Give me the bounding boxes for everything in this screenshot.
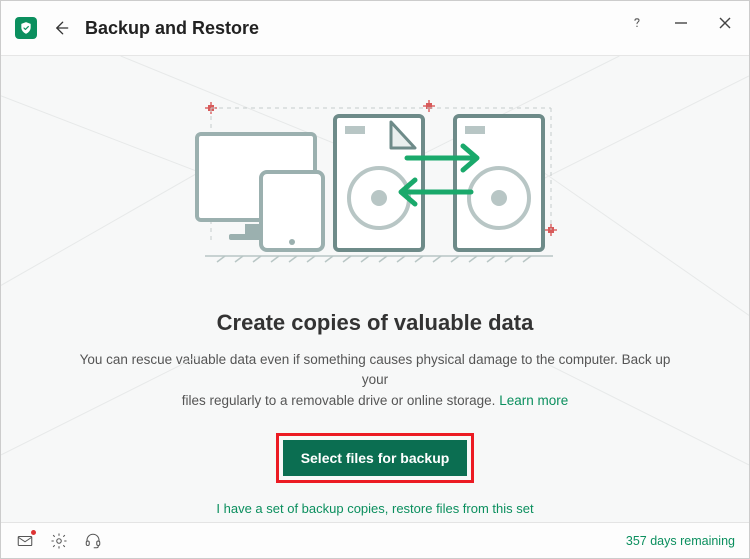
footer-icons (15, 531, 103, 551)
license-days-remaining[interactable]: 357 days remaining (626, 534, 735, 548)
settings-icon[interactable] (49, 531, 69, 551)
title-bar: Backup and Restore (1, 1, 749, 55)
description-line-2: files regularly to a removable drive or … (182, 393, 496, 408)
window-controls (619, 9, 743, 37)
main-heading: Create copies of valuable data (1, 310, 749, 336)
mail-icon[interactable] (15, 531, 35, 551)
support-icon[interactable] (83, 531, 103, 551)
description-line-1: You can rescue valuable data even if som… (80, 352, 671, 387)
main-description: You can rescue valuable data even if som… (75, 350, 675, 411)
minimize-button[interactable] (663, 9, 699, 37)
close-button[interactable] (707, 9, 743, 37)
main-content: Create copies of valuable data You can r… (1, 56, 749, 522)
learn-more-link[interactable]: Learn more (499, 393, 568, 408)
footer-bar: 357 days remaining (1, 522, 749, 558)
app-logo-icon (15, 17, 37, 39)
annotation-highlight: Select files for backup (276, 433, 475, 483)
page-title: Backup and Restore (85, 18, 259, 39)
help-button[interactable] (619, 9, 655, 37)
select-files-button[interactable]: Select files for backup (283, 440, 468, 476)
restore-link[interactable]: I have a set of backup copies, restore f… (1, 501, 749, 516)
backup-illustration (185, 100, 565, 280)
notification-dot-icon (31, 530, 36, 535)
back-button[interactable] (49, 16, 73, 40)
